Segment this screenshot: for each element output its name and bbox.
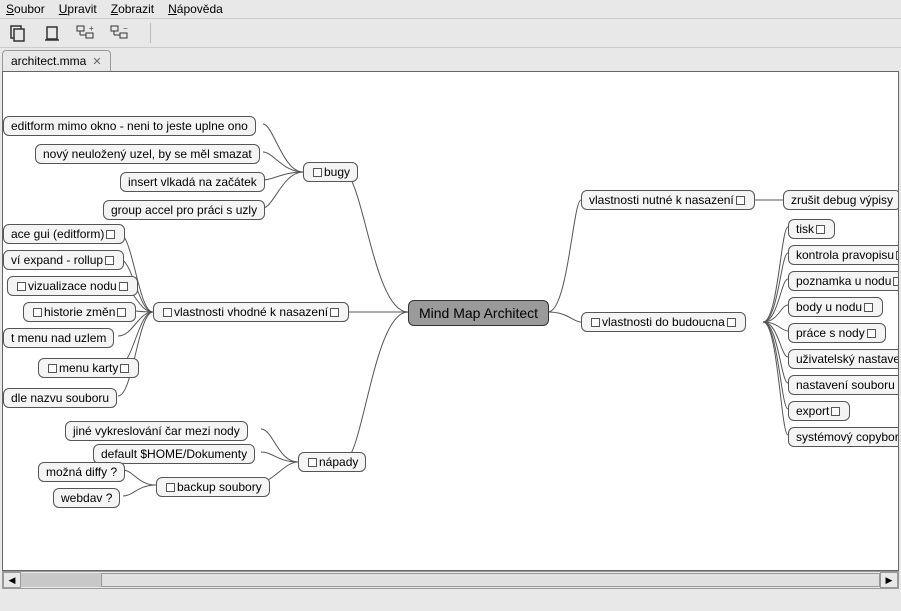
node-bud-1[interactable]: kontrola pravopisu	[788, 245, 899, 265]
expand-icon[interactable]	[117, 308, 126, 317]
toolbar-node-add-icon[interactable]: +	[76, 23, 96, 43]
close-icon[interactable]: ✕	[92, 55, 101, 68]
node-vh-5[interactable]: menu karty	[38, 358, 139, 378]
node-root[interactable]: Mind Map Architect	[408, 300, 549, 326]
horizontal-scrollbar[interactable]: ◀ ▶	[2, 571, 899, 589]
toolbar-copy-icon[interactable]	[8, 23, 28, 43]
node-vh-3[interactable]: historie změn	[23, 302, 136, 322]
node-bud-8[interactable]: systémový copybor	[788, 427, 899, 447]
node-vh-4[interactable]: t menu nad uzlem	[3, 328, 114, 348]
tabbar: architect.mma ✕	[0, 48, 901, 71]
expand-icon[interactable]	[591, 318, 600, 327]
node-bk-1[interactable]: webdav ?	[53, 488, 120, 508]
expand-icon[interactable]	[896, 251, 899, 260]
tab-architect[interactable]: architect.mma ✕	[2, 50, 111, 71]
menu-file[interactable]: Soubor	[6, 2, 45, 16]
node-vh-1[interactable]: ví expand - rollup	[3, 250, 124, 270]
svg-text:+: +	[89, 24, 94, 33]
menubar: Soubor Upravit Zobrazit Nápověda	[0, 0, 901, 19]
node-vh-6[interactable]: dle nazvu souboru	[3, 388, 117, 408]
node-bud-4[interactable]: práce s nody	[788, 323, 886, 343]
expand-icon[interactable]	[105, 256, 114, 265]
node-bud-3[interactable]: body u nodu	[788, 297, 883, 317]
toolbar-paste-icon[interactable]	[42, 23, 62, 43]
node-napady[interactable]: nápady	[298, 452, 366, 472]
node-vh-2[interactable]: vizualizace nodu	[7, 276, 138, 296]
node-vh-0[interactable]: ace gui (editform)	[3, 224, 125, 244]
node-nutne-0[interactable]: zrušit debug výpisy	[783, 190, 899, 210]
menu-edit[interactable]: Upravit	[59, 2, 97, 16]
node-bugy[interactable]: bugy	[303, 162, 358, 182]
mindmap-canvas[interactable]: Mind Map Architect bugy editform mimo ok…	[2, 71, 899, 571]
expand-icon[interactable]	[727, 318, 736, 327]
expand-icon[interactable]	[120, 364, 129, 373]
expand-icon[interactable]	[867, 329, 876, 338]
expand-icon[interactable]	[893, 277, 899, 286]
node-bk-0[interactable]: možná diffy ?	[38, 462, 125, 482]
scroll-left-button[interactable]: ◀	[3, 572, 21, 588]
toolbar: + −	[0, 19, 901, 48]
expand-icon[interactable]	[816, 225, 825, 234]
expand-icon[interactable]	[48, 364, 57, 373]
expand-icon[interactable]	[119, 282, 128, 291]
node-bug-0[interactable]: editform mimo okno - neni to jeste uplne…	[3, 116, 256, 136]
toolbar-separator	[150, 23, 151, 43]
tab-label: architect.mma	[11, 54, 86, 68]
node-bug-2[interactable]: insert vlkadá na začátek	[120, 172, 265, 192]
expand-icon[interactable]	[864, 303, 873, 312]
scroll-track[interactable]	[21, 573, 880, 587]
node-bug-3[interactable]: group accel pro práci s uzly	[103, 200, 265, 220]
node-nap-1[interactable]: default $HOME/Dokumenty	[93, 444, 255, 464]
scroll-right-button[interactable]: ▶	[880, 572, 898, 588]
node-budoucna[interactable]: vlastnosti do budoucna	[581, 312, 746, 332]
expand-icon[interactable]	[106, 230, 115, 239]
node-bud-5[interactable]: uživatelský nastave	[788, 349, 899, 369]
svg-text:−: −	[123, 24, 128, 33]
node-vhodne[interactable]: vlastnosti vhodné k nasazení	[153, 302, 349, 322]
expand-icon[interactable]	[17, 282, 26, 291]
expand-icon[interactable]	[166, 483, 175, 492]
expand-icon[interactable]	[831, 407, 840, 416]
node-bud-7[interactable]: export	[788, 401, 850, 421]
menu-help[interactable]: Nápověda	[168, 2, 223, 16]
node-bud-6[interactable]: nastavení souboru	[788, 375, 899, 395]
toolbar-node-remove-icon[interactable]: −	[110, 23, 130, 43]
expand-icon[interactable]	[330, 308, 339, 317]
node-bug-1[interactable]: nový neuložený uzel, by se měl smazat	[35, 144, 260, 164]
node-nap-0[interactable]: jiné vykreslování čar mezi nody	[65, 421, 248, 441]
scroll-thumb[interactable]	[101, 573, 880, 587]
node-bud-2[interactable]: poznamka u nodu	[788, 271, 899, 291]
menu-view[interactable]: Zobrazit	[111, 2, 154, 16]
expand-icon[interactable]	[308, 458, 317, 467]
node-bud-0[interactable]: tisk	[788, 219, 835, 239]
expand-icon[interactable]	[163, 308, 172, 317]
node-backup[interactable]: backup soubory	[156, 477, 270, 497]
expand-icon[interactable]	[736, 196, 745, 205]
expand-icon[interactable]	[313, 168, 322, 177]
expand-icon[interactable]	[33, 308, 42, 317]
node-nutne[interactable]: vlastnosti nutné k nasazení	[581, 190, 755, 210]
